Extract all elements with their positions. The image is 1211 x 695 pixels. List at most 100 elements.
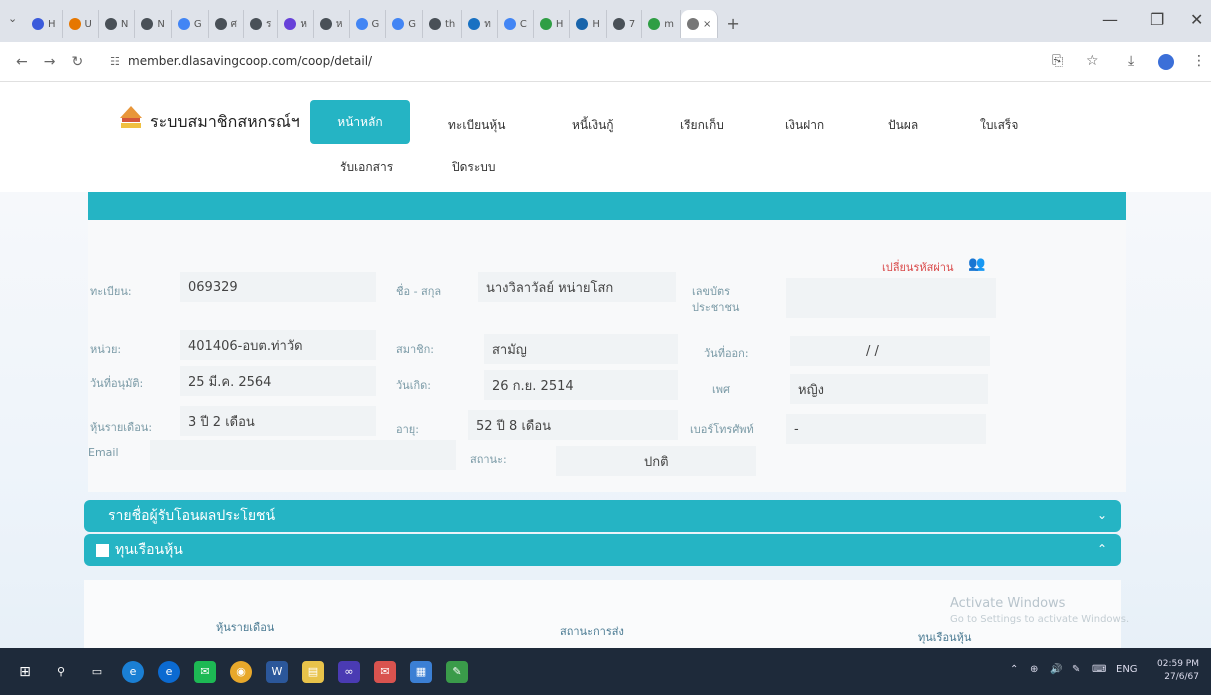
meeting-app-icon[interactable]: ∞	[338, 660, 360, 683]
leave-date-value: / /	[790, 336, 990, 366]
task-view-icon[interactable]: ▭	[86, 661, 108, 683]
maximize-icon[interactable]: ❐	[1150, 10, 1164, 29]
network-icon[interactable]: ⊕	[1030, 664, 1038, 675]
edge-icon[interactable]: e	[122, 660, 144, 683]
browser-tab[interactable]: ห	[314, 10, 350, 38]
tab-label: th	[445, 18, 456, 30]
share-capital-accordion[interactable]: ทุนเรือนหุ้น ⌃	[84, 534, 1121, 566]
tab-label: 7	[628, 18, 636, 30]
email-value	[150, 440, 456, 470]
reload-icon[interactable]: ↻	[71, 54, 83, 70]
tab-favicon-icon	[539, 18, 552, 30]
document-app-icon[interactable]: ▦	[410, 660, 432, 683]
forward-icon[interactable]: →	[44, 54, 56, 70]
age-value: 52 ปี 8 เดือน	[468, 410, 678, 440]
ie-icon[interactable]: e	[158, 660, 180, 683]
translate-icon[interactable]: ⎘	[1052, 53, 1063, 69]
browser-tab[interactable]: G	[350, 10, 387, 38]
browser-tab[interactable]: ศ	[209, 10, 244, 38]
pen-icon[interactable]: ✎	[1072, 664, 1080, 675]
close-window-icon[interactable]: ✕	[1190, 10, 1203, 29]
nav-shares[interactable]: ทะเบียนหุ้น	[448, 116, 505, 135]
browser-tab[interactable]: th	[423, 10, 463, 38]
nav-documents[interactable]: รับเอกสาร	[340, 158, 393, 177]
line-app-icon[interactable]: ✉	[194, 660, 216, 683]
browser-tab[interactable]: G	[386, 10, 423, 38]
tab-favicon-icon	[141, 18, 154, 30]
active-tab[interactable]: ×	[681, 10, 719, 38]
tab-label: ห	[300, 18, 307, 30]
activate-windows-subtext: Go to Settings to activate Windows.	[950, 614, 1130, 625]
tab-close-icon[interactable]: ×	[703, 19, 711, 30]
download-icon[interactable]: ⤓	[1128, 53, 1134, 69]
tab-favicon-icon	[214, 18, 227, 30]
tab-label: ห	[335, 18, 343, 30]
status-value: ปกติ	[556, 446, 756, 476]
file-explorer-icon[interactable]: ▤	[302, 660, 324, 683]
email-label: Email	[88, 446, 119, 459]
user-lock-icon[interactable]: 👥	[968, 256, 985, 272]
volume-icon[interactable]: 🔊	[1050, 664, 1062, 675]
system-clock[interactable]: 02:59 PM 27/6/67	[1157, 658, 1199, 684]
image-app-icon[interactable]: ✎	[446, 660, 468, 683]
browser-tab[interactable]: 7	[607, 10, 643, 38]
tab-label: ศ	[230, 18, 237, 30]
browser-tab[interactable]: G	[172, 10, 209, 38]
browser-tab[interactable]: N	[135, 10, 172, 38]
tab-favicon-icon	[284, 18, 297, 30]
monthly-share-label: หุ้นรายเดือน:	[90, 421, 153, 434]
browser-tab[interactable]: H	[26, 10, 63, 38]
browser-menu-icon[interactable]: ⋮	[1192, 53, 1206, 69]
chrome-icon[interactable]: ◉	[230, 660, 252, 683]
browser-tab[interactable]: m	[642, 10, 682, 38]
minimize-icon[interactable]: —	[1102, 10, 1118, 29]
nav-loans[interactable]: หนี้เงินกู้	[572, 116, 614, 135]
search-icon[interactable]: ⚲	[50, 661, 72, 683]
tab-favicon-icon	[32, 18, 44, 30]
nav-deposit[interactable]: เงินฝาก	[785, 116, 824, 135]
share-capital-checkbox[interactable]	[96, 543, 109, 557]
tray-up-icon[interactable]: ⌃	[1010, 664, 1018, 675]
nav-billing[interactable]: เรียกเก็บ	[680, 116, 724, 135]
nav-dividend[interactable]: ปันผล	[888, 116, 918, 135]
browser-tab[interactable]: ท	[462, 10, 498, 38]
nav-logout[interactable]: ปิดระบบ	[452, 158, 496, 177]
windows-start-icon[interactable]: ⊞	[14, 661, 36, 683]
status-label: สถานะ:	[470, 453, 507, 466]
tab-label: C	[519, 18, 527, 30]
keyboard-icon[interactable]: ⌨	[1092, 664, 1106, 675]
profile-avatar[interactable]	[1158, 54, 1174, 74]
birth-date-label: วันเกิด:	[396, 379, 431, 392]
line-active-icon[interactable]: ✉	[374, 660, 396, 683]
chevron-down-icon: ⌄	[1096, 508, 1107, 522]
windows-taskbar: ⊞ ⚲ ▭ e e ✉ ◉ W ▤ ∞ ✉ ▦ ✎ ⌃ ⊕ 🔊 ✎ ⌨ ENG …	[0, 648, 1211, 695]
nav-home[interactable]: หน้าหลัก	[310, 100, 410, 144]
back-icon[interactable]: ←	[16, 54, 28, 70]
browser-tab[interactable]: H	[570, 10, 607, 38]
browser-tab[interactable]: C	[498, 10, 534, 38]
change-password-link[interactable]: เปลี่ยนรหัสผ่าน	[882, 258, 953, 276]
new-tab-button[interactable]: +	[726, 14, 739, 33]
language-indicator[interactable]: ENG	[1116, 664, 1138, 675]
approve-date-value: 25 มี.ค. 2564	[180, 366, 376, 396]
url-field[interactable]: member.dlasavingcoop.com/coop/detail/	[128, 54, 372, 68]
word-icon[interactable]: W	[266, 660, 288, 683]
browser-tab[interactable]: N	[99, 10, 136, 38]
beneficiaries-accordion[interactable]: รายชื่อผู้รับโอนผลประโยชน์ ⌄	[84, 500, 1121, 532]
approve-date-label: วันที่อนุมัติ:	[90, 377, 144, 390]
browser-tab[interactable]: U	[63, 10, 99, 38]
site-info-icon[interactable]: ☷	[110, 55, 120, 68]
bookmark-star-icon[interactable]: ☆	[1086, 53, 1099, 69]
tab-favicon-icon	[576, 18, 589, 30]
browser-tab[interactable]: ห	[278, 10, 314, 38]
tab-label: H	[48, 18, 56, 30]
reg-label: ทะเบียน:	[90, 285, 132, 298]
browser-tab[interactable]: ร	[244, 10, 279, 38]
tab-search-icon[interactable]: ⌄	[8, 12, 17, 25]
tab-favicon-icon	[503, 18, 516, 30]
browser-tab[interactable]: H	[534, 10, 571, 38]
nav-receipt[interactable]: ใบเสร็จ	[980, 116, 1018, 135]
name-value: นางวิลาวัลย์ หน่ายโสก	[478, 272, 676, 302]
clock-date: 27/6/67	[1164, 672, 1199, 682]
tab-strip: H U N N G ศ ร ห ห G Gth ท C H H 7 m	[26, 4, 682, 38]
